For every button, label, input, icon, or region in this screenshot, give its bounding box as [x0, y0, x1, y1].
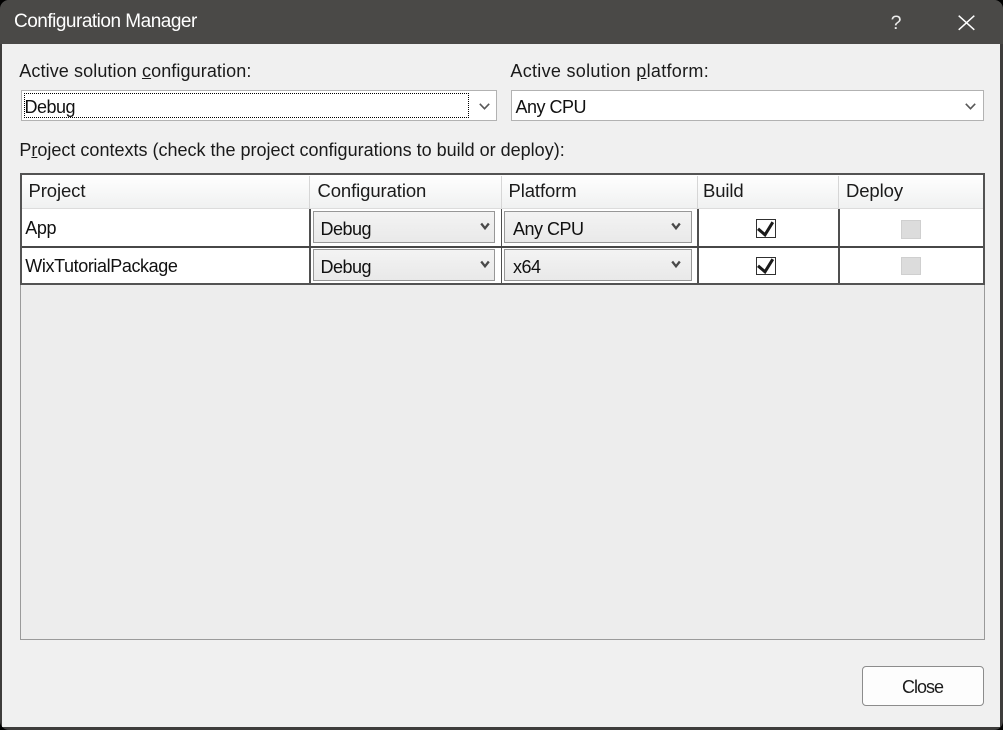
svg-text:?: ? — [891, 12, 902, 34]
